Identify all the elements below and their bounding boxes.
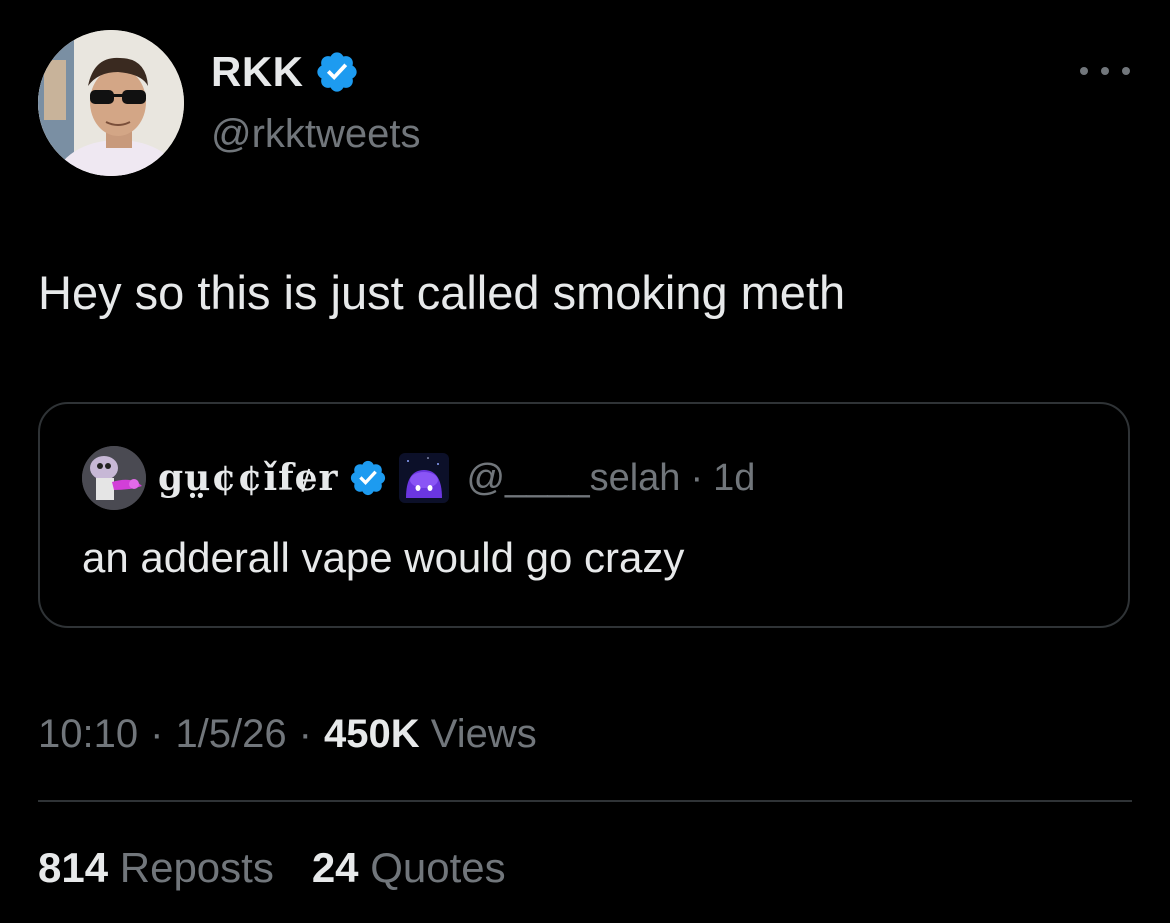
- avatar-photo: [38, 30, 184, 176]
- quoted-author-avatar[interactable]: [82, 446, 146, 510]
- reposts-label: Reposts: [119, 844, 274, 891]
- author-handle[interactable]: @rkktweets: [211, 108, 421, 160]
- quoted-display-name[interactable]: gṳ¢¢ǐfɇr: [158, 457, 338, 499]
- meta-separator: ·: [150, 712, 164, 756]
- purple-ghost-emoji-icon: [398, 452, 450, 504]
- tweet-meta: 10:10 · 1/5/26 · 450K Views: [38, 706, 537, 762]
- stats-spacer: [286, 840, 300, 896]
- quoted-tweet-card[interactable]: gṳ¢¢ǐfɇr @____selah · 1d an adderall vap…: [38, 402, 1130, 628]
- tweet-text: Hey so this is just called smoking meth: [38, 266, 846, 319]
- quotes-label: Quotes: [370, 844, 506, 891]
- quotes-count: 24: [311, 844, 359, 891]
- quoted-tweet-text: an adderall vape would go crazy: [82, 534, 685, 581]
- more-dot-icon: [1122, 67, 1130, 75]
- views-count: 450K: [323, 712, 420, 756]
- more-dot-icon: [1101, 67, 1109, 75]
- divider: [38, 800, 1132, 802]
- tweet-time[interactable]: 10:10: [38, 706, 138, 762]
- quoted-header[interactable]: gṳ¢¢ǐfɇr @____selah · 1d: [158, 450, 755, 506]
- reposts-link[interactable]: 814 Reposts: [38, 840, 274, 896]
- more-options-button[interactable]: [1080, 56, 1130, 86]
- quotes-link[interactable]: 24 Quotes: [312, 840, 506, 896]
- engagement-stats: 814 Reposts 24 Quotes: [38, 840, 506, 896]
- author-display-name[interactable]: RKK: [211, 48, 304, 96]
- quoted-avatar-image: [82, 446, 146, 510]
- verified-badge-icon[interactable]: [348, 458, 388, 498]
- author-avatar[interactable]: [38, 30, 184, 176]
- more-dot-icon: [1080, 67, 1088, 75]
- tweet-detail: RKK @rkktweets Hey so this is just calle…: [0, 0, 1170, 923]
- tweet-date[interactable]: 1/5/26: [175, 706, 286, 762]
- quoted-timestamp[interactable]: 1d: [713, 457, 755, 500]
- meta-separator: ·: [298, 712, 312, 756]
- quoted-handle[interactable]: @____selah: [466, 457, 680, 500]
- verified-badge-icon[interactable]: [314, 49, 360, 95]
- views-group[interactable]: 450K Views: [324, 706, 537, 762]
- views-label: Views: [430, 712, 537, 756]
- quoted-separator: ·: [690, 456, 704, 499]
- author-name-row[interactable]: RKK: [211, 44, 360, 100]
- reposts-count: 814: [38, 844, 109, 891]
